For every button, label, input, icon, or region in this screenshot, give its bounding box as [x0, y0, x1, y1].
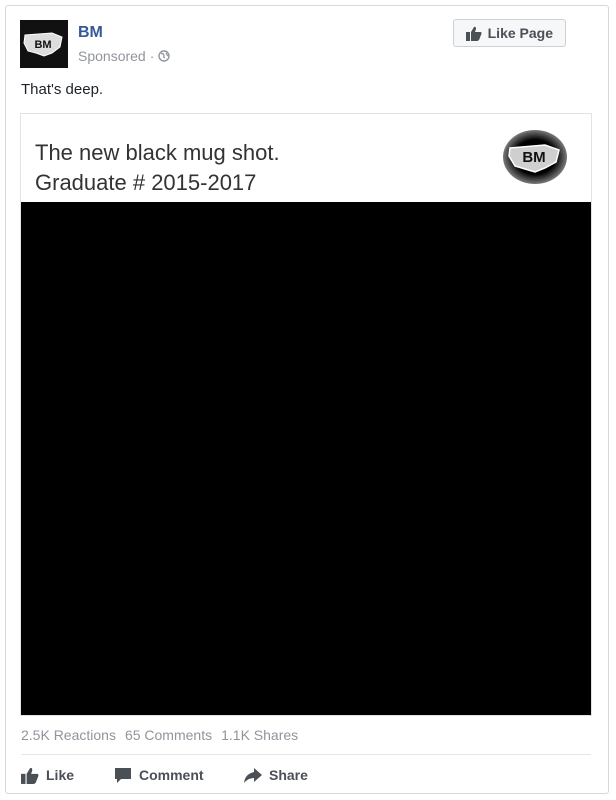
- post-actions: Like Comment Share: [21, 762, 591, 788]
- comment-label: Comment: [139, 767, 204, 783]
- share-button[interactable]: Share: [244, 767, 308, 783]
- speech-bubble-icon: [115, 767, 131, 783]
- svg-text:BM: BM: [34, 39, 51, 51]
- like-page-button[interactable]: Like Page: [452, 19, 566, 47]
- comments-count[interactable]: 65 Comments: [125, 727, 212, 743]
- share-label: Share: [269, 767, 308, 783]
- page-name-link[interactable]: BM: [78, 24, 103, 42]
- like-button[interactable]: Like: [21, 767, 114, 784]
- post-meta: Sponsored ·: [78, 48, 171, 64]
- thumbs-up-icon: [21, 767, 39, 784]
- sponsored-post: BM BM Sponsored · Like Page That's deep.…: [5, 5, 609, 794]
- page-avatar[interactable]: BM: [20, 20, 68, 68]
- sponsored-label[interactable]: Sponsored: [78, 48, 146, 64]
- thumbs-up-icon: [465, 26, 482, 41]
- comment-button[interactable]: Comment: [114, 767, 244, 784]
- bm-logo-icon: BM: [508, 144, 560, 173]
- card-image[interactable]: [21, 202, 591, 715]
- like-label: Like: [46, 767, 75, 783]
- card-header: The new black mug shot. Graduate # 2015-…: [21, 114, 591, 202]
- reactions-count[interactable]: 2.5K Reactions: [21, 727, 116, 743]
- svg-text:BM: BM: [522, 149, 545, 166]
- actions-divider: [21, 754, 591, 755]
- like-page-label: Like Page: [487, 25, 553, 41]
- bm-logo-icon: BM: [23, 32, 63, 57]
- link-card[interactable]: The new black mug shot. Graduate # 2015-…: [20, 113, 592, 716]
- globe-icon[interactable]: [158, 50, 171, 62]
- card-headline: The new black mug shot.: [35, 140, 280, 165]
- engagement-stats: 2.5K Reactions 65 Comments 1.1K Shares: [21, 727, 298, 743]
- card-bm-logo: BM: [503, 130, 567, 184]
- shares-count[interactable]: 1.1K Shares: [221, 727, 298, 743]
- meta-separator: ·: [149, 48, 155, 64]
- share-arrow-icon: [244, 767, 262, 783]
- post-text: That's deep.: [21, 81, 104, 98]
- card-subline: Graduate # 2015-2017: [35, 170, 257, 195]
